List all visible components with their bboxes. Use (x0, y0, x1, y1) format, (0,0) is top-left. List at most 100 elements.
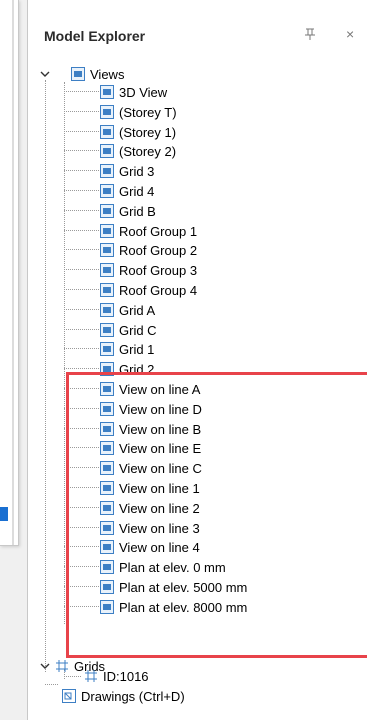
expand-views-chevron-icon[interactable] (40, 69, 50, 79)
tree-node-view[interactable]: Grid 4 (100, 181, 154, 201)
tree-node-label: Grid 2 (119, 361, 155, 377)
grid-icon (85, 670, 97, 682)
view-icon (100, 105, 114, 119)
tree-node-label: Plan at elev. 8000 mm (119, 599, 248, 615)
tree-node-label: Grid 4 (119, 183, 155, 199)
tree-node-label: ID:1016 (103, 668, 149, 684)
tree-node-view[interactable]: Roof Group 2 (100, 240, 197, 260)
tree-node-label: View on line A (119, 381, 201, 397)
view-icon (100, 283, 114, 297)
tree-connector (64, 190, 99, 191)
tree-node-label: 3D View (119, 84, 168, 100)
tree-connector (64, 329, 99, 330)
tree-connector (64, 249, 99, 250)
tree-connector (64, 210, 99, 211)
tree-node-label: Roof Group 2 (119, 242, 198, 258)
tree-node-view[interactable]: View on line C (100, 458, 202, 478)
tree-node-view[interactable]: (Storey T) (100, 102, 177, 122)
model-explorer-panel: Model Explorer × Views 3D View (Storey T)… (27, 0, 367, 720)
view-icon (100, 303, 114, 317)
tree-connector (64, 348, 99, 349)
tree-node-view[interactable]: (Storey 1) (100, 122, 176, 142)
expand-grids-chevron-icon[interactable] (40, 661, 50, 671)
tree-node-label: View on line C (119, 460, 202, 476)
tree-node-label: Grid C (119, 322, 157, 338)
tree-node-drawings[interactable]: Drawings (Ctrl+D) (62, 686, 185, 706)
tree-node-view[interactable]: View on line E (100, 438, 201, 458)
tree-node-view[interactable]: Plan at elev. 8000 mm (100, 597, 247, 617)
tree-node-view[interactable]: (Storey 2) (100, 141, 176, 161)
tree-node-view[interactable]: Grid 2 (100, 359, 154, 379)
tree-node-label: Grid A (119, 302, 156, 318)
view-icon (100, 461, 114, 475)
view-icon (100, 441, 114, 455)
tree-connector (64, 111, 99, 112)
tree-node-label: (Storey 2) (119, 143, 177, 159)
tree-node-view[interactable]: 3D View (100, 82, 167, 102)
tree-connector (64, 131, 99, 132)
tree-connector (64, 467, 99, 468)
tree-node-view[interactable]: View on line B (100, 419, 201, 439)
view-icon (100, 164, 114, 178)
grid-icon (56, 660, 68, 672)
tree-node-view[interactable]: View on line 2 (100, 498, 200, 518)
view-icon (100, 85, 114, 99)
tree-connector (64, 91, 99, 92)
tree-view: Views 3D View (Storey T) (Storey 1) (Storey… (28, 0, 367, 720)
tree-connector (64, 230, 99, 231)
tree-connector (64, 388, 99, 389)
views-folder-icon (71, 67, 85, 81)
view-icon (100, 125, 114, 139)
tree-connector (64, 566, 99, 567)
tree-node-view[interactable]: Plan at elev. 5000 mm (100, 577, 247, 597)
tree-node-view[interactable]: Plan at elev. 0 mm (100, 557, 226, 577)
tree-connector (64, 487, 99, 488)
tree-connector (64, 309, 99, 310)
tree-node-view[interactable]: Roof Group 3 (100, 260, 197, 280)
tree-connector (64, 447, 99, 448)
view-icon (100, 263, 114, 277)
tree-connector (64, 289, 99, 290)
view-icon (100, 560, 114, 574)
tree-node-label: Drawings (Ctrl+D) (81, 688, 185, 704)
view-icon (100, 224, 114, 238)
view-icon (100, 362, 114, 376)
drawings-icon (62, 689, 76, 703)
background-window (0, 0, 19, 546)
view-icon (100, 501, 114, 515)
tree-connector (64, 546, 99, 547)
tree-node-view[interactable]: View on line 4 (100, 537, 200, 557)
tree-node-label: Grid 3 (119, 163, 155, 179)
tree-connector (45, 684, 58, 685)
tree-connector (64, 527, 99, 528)
tree-node-label: (Storey 1) (119, 124, 177, 140)
tree-connector (64, 368, 99, 369)
tree-node-view[interactable]: Roof Group 1 (100, 221, 197, 241)
tree-connector (64, 150, 99, 151)
tree-connector (64, 269, 99, 270)
tree-connector (64, 428, 99, 429)
tree-node-views[interactable]: Views (71, 64, 124, 84)
view-icon (100, 481, 114, 495)
view-icon (100, 144, 114, 158)
tree-node-view[interactable]: Grid 3 (100, 161, 154, 181)
tree-connector (45, 80, 46, 672)
tree-node-view[interactable]: View on line 1 (100, 478, 200, 498)
tree-node-view[interactable]: View on line D (100, 399, 202, 419)
tree-connector (64, 507, 99, 508)
background-window-edge (12, 0, 14, 545)
tree-connector (64, 170, 99, 171)
tree-node-view[interactable]: Grid 1 (100, 339, 154, 359)
view-icon (100, 540, 114, 554)
tree-node-view[interactable]: Grid B (100, 201, 156, 221)
view-icon (100, 342, 114, 356)
tree-node-view[interactable]: Grid A (100, 300, 155, 320)
tree-connector (64, 408, 99, 409)
tree-node-grid-id[interactable]: ID:1016 (84, 666, 149, 686)
tree-node-label: Roof Group 1 (119, 223, 198, 239)
tree-node-view[interactable]: View on line 3 (100, 518, 200, 538)
tree-connector (64, 82, 65, 624)
tree-node-view[interactable]: Roof Group 4 (100, 280, 197, 300)
tree-node-view[interactable]: Grid C (100, 320, 157, 340)
tree-node-view[interactable]: View on line A (100, 379, 200, 399)
